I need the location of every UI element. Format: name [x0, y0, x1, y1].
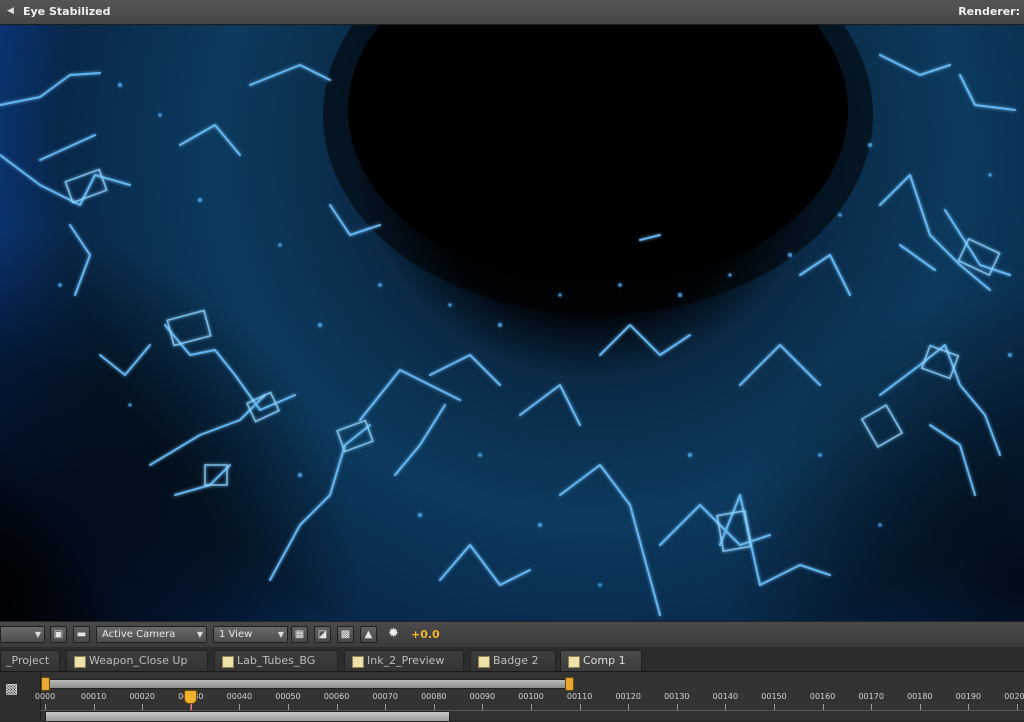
flowchart-icon[interactable]: ▲ — [360, 626, 377, 643]
current-time-indicator[interactable] — [184, 690, 197, 704]
ruler-tick-mark — [968, 704, 970, 710]
ruler-tick-label: 00130 — [664, 692, 690, 701]
camera-dropdown-label: Active Camera — [102, 629, 176, 640]
ruler-tick-mark — [919, 704, 921, 710]
ruler-tick-label: 00080 — [421, 692, 447, 701]
ruler-tick-label: 00040 — [226, 692, 253, 701]
camera-dropdown[interactable]: Active Camera ▼ — [96, 626, 207, 643]
viewer-canvas-eye-image — [0, 25, 1024, 621]
ruler-tick-mark — [531, 704, 532, 710]
ruler-tick-label: 00170 — [858, 692, 884, 701]
work-area-end-handle[interactable] — [565, 677, 574, 691]
ruler-tick-label: 00090 — [469, 692, 496, 701]
tab-label: _Project — [6, 654, 50, 667]
ruler-tick-label: 00160 — [809, 692, 836, 701]
exposure-icon[interactable]: ✹ — [388, 626, 399, 641]
ruler-tick-mark — [288, 704, 289, 710]
comp-color-swatch-icon — [568, 656, 580, 668]
ruler-tick-mark — [628, 704, 630, 710]
tab-ink-2-preview[interactable]: Ink_2_Preview — [344, 650, 464, 671]
ruler-tick-label: 00140 — [712, 692, 739, 701]
view-layout-label: 1 View — [219, 629, 253, 640]
show-channel-icon[interactable]: ▬ — [73, 626, 90, 643]
ruler-tick-mark — [93, 704, 95, 710]
ruler-tick-mark — [433, 704, 435, 710]
magnification-dropdown[interactable]: ▼ — [0, 626, 45, 643]
work-area-bar[interactable] — [44, 679, 572, 689]
chevron-down-icon: ▼ — [34, 630, 41, 639]
exposure-value[interactable]: +0.0 — [411, 628, 440, 641]
chevron-down-icon: ▼ — [277, 630, 284, 639]
ruler-tick-label: 00110 — [566, 692, 593, 701]
tab-weapon-close-up[interactable]: Weapon_Close Up — [66, 650, 208, 671]
ruler-tick-mark — [725, 704, 727, 710]
work-area-start-handle[interactable] — [41, 677, 50, 691]
ruler-tick-label: 00120 — [615, 692, 641, 701]
comp-color-swatch-icon — [478, 656, 490, 668]
tab-badge-2[interactable]: Badge 2 — [470, 650, 556, 671]
timeline-tabs: _Project Weapon_Close Up Lab_Tubes_BG In… — [0, 647, 1024, 672]
ruler-tick-mark — [676, 704, 678, 710]
tab-label: Comp 1 — [583, 654, 626, 667]
tab-comp-1[interactable]: Comp 1 — [560, 650, 642, 671]
tab-lab-tubes-bg[interactable]: Lab_Tubes_BG — [214, 650, 338, 671]
layer-duration-bar[interactable] — [45, 711, 450, 722]
ruler-tick-label: 0000 — [34, 692, 56, 701]
composition-viewer[interactable] — [0, 25, 1024, 621]
panel-menu-triangle-icon[interactable]: ◀ — [7, 6, 14, 16]
timeline-panel: ▩ 00000001000020000300004000050000600007… — [0, 672, 1024, 722]
comp-color-swatch-icon — [74, 656, 86, 668]
ruler-tick-mark — [239, 704, 241, 710]
ruler-tick-label: 00020 — [129, 692, 155, 701]
ruler-tick-mark — [385, 704, 387, 710]
ruler-tick-label: 00190 — [955, 692, 982, 701]
ruler-tick-label: 00050 — [275, 692, 301, 701]
renderer-label[interactable]: Renderer: — [958, 5, 1020, 18]
ruler-tick-mark — [774, 704, 775, 710]
comp-color-swatch-icon — [352, 656, 364, 668]
toggle-transparency-grid-icon[interactable]: ▩ — [337, 626, 354, 643]
comp-header-bar: ◀ Eye Stabilized Renderer: — [0, 0, 1024, 25]
tab-label: Badge 2 — [493, 654, 539, 667]
ruler-tick-mark — [336, 704, 338, 710]
chevron-down-icon: ▼ — [196, 630, 203, 639]
ruler-tick-label: 00150 — [761, 692, 787, 701]
ruler-tick-mark — [579, 704, 581, 710]
tab-label: Ink_2_Preview — [367, 654, 445, 667]
ruler-tick-label: 00060 — [323, 692, 350, 701]
tab-label: Lab_Tubes_BG — [237, 654, 316, 667]
ruler-tick-label: 00100 — [518, 692, 544, 701]
ruler-tick-mark — [822, 704, 824, 710]
ruler-tick-mark — [871, 704, 873, 710]
ruler-tick-mark — [482, 704, 484, 710]
comp-color-swatch-icon — [222, 656, 234, 668]
ruler-tick-label: 00180 — [907, 692, 933, 701]
ruler-tick-label: 00070 — [372, 692, 398, 701]
ruler-tick-label: 00200 — [1004, 692, 1024, 701]
toggle-pixel-aspect-icon[interactable]: ▦ — [291, 626, 308, 643]
view-layout-dropdown[interactable]: 1 View ▼ — [213, 626, 288, 643]
fast-previews-icon[interactable]: ◪ — [314, 626, 331, 643]
composition-navigator-icon[interactable]: ▩ — [5, 681, 18, 697]
ruler-tick-label: 00010 — [80, 692, 107, 701]
comp-title: Eye Stabilized — [23, 5, 111, 18]
ruler-tick-mark — [45, 704, 46, 710]
ruler-tick-mark — [142, 704, 144, 710]
tab-label: Weapon_Close Up — [89, 654, 188, 667]
viewer-toolbar: ▼ ▣ ▬ Active Camera ▼ 1 View ▼ ▦ ◪ ▩ ▲ ✹… — [0, 621, 1024, 648]
ruler-tick-mark — [1017, 704, 1018, 710]
snapshot-icon[interactable]: ▣ — [50, 626, 67, 643]
tab-project[interactable]: _Project — [0, 650, 60, 671]
